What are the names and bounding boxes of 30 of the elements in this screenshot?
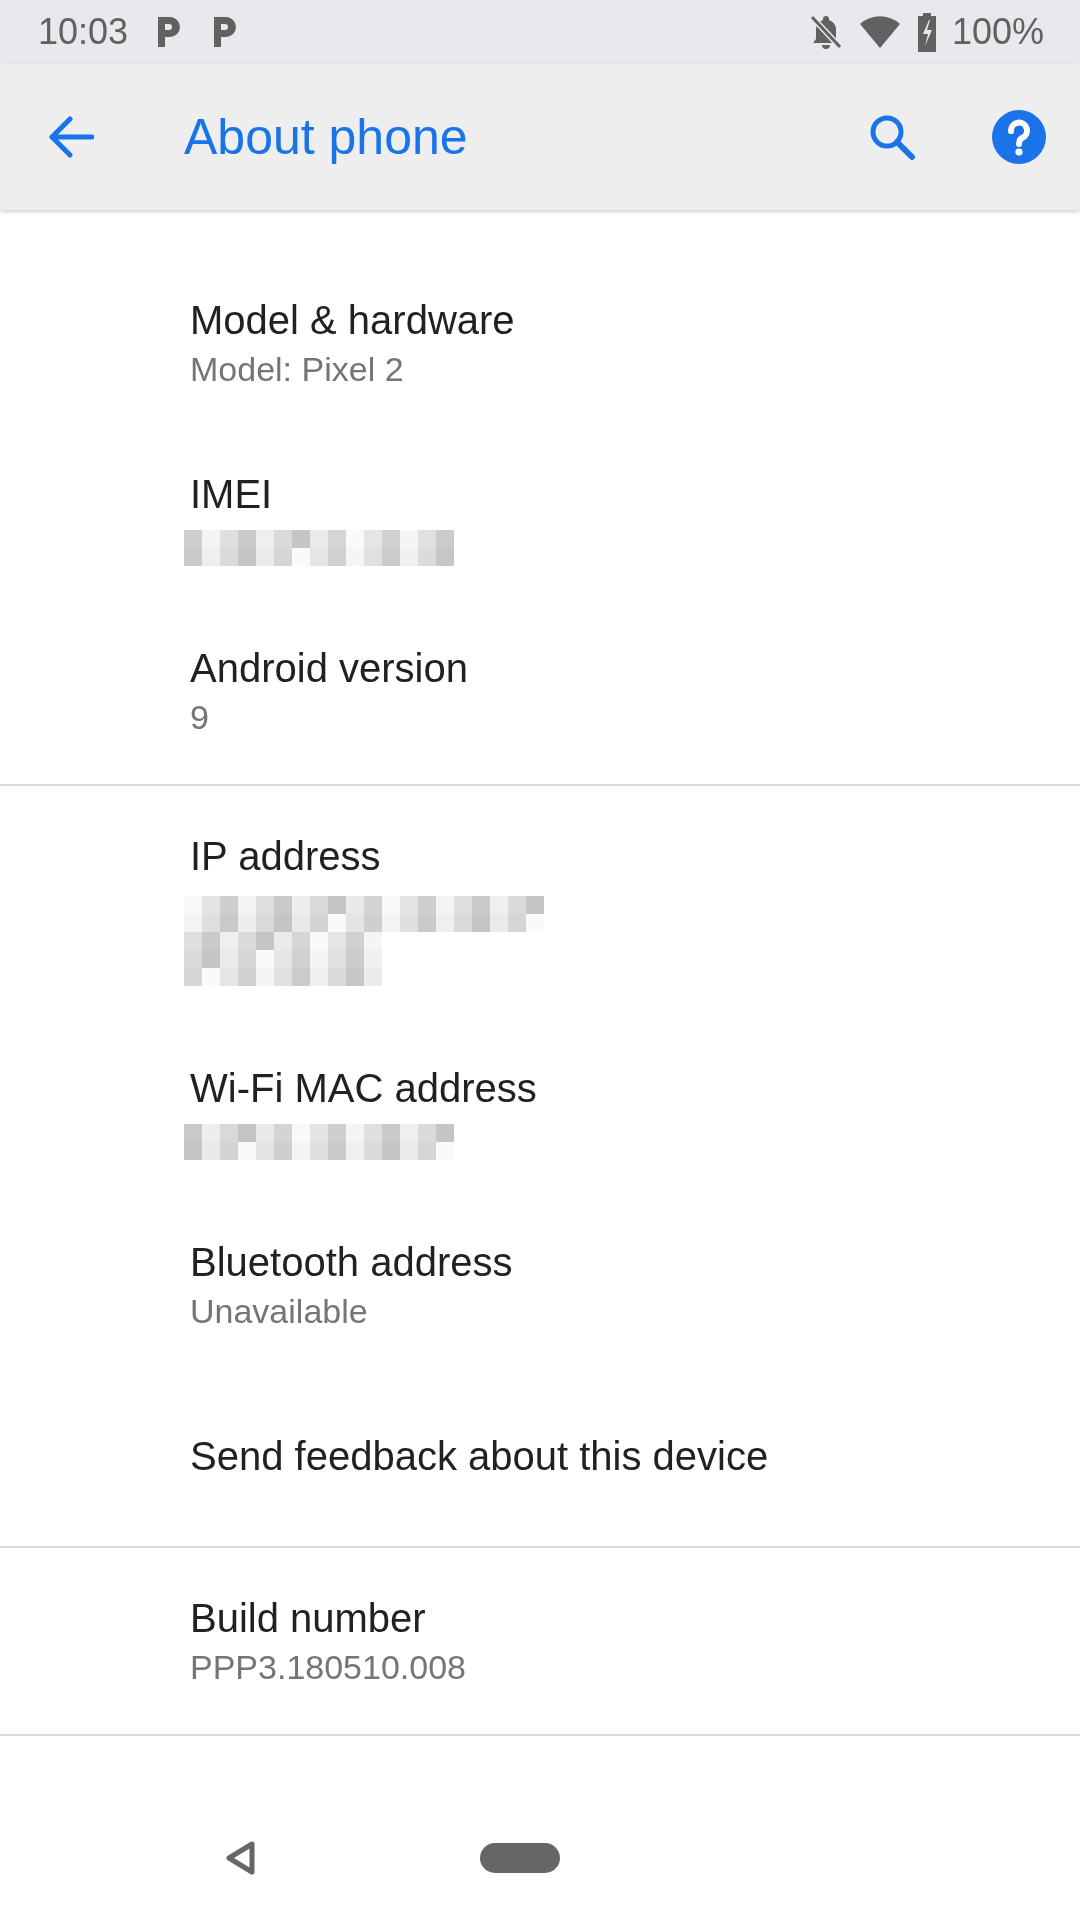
status-time: 10:03 — [38, 11, 129, 53]
settings-item[interactable]: IMEI — [0, 430, 1080, 604]
settings-item[interactable]: Wi-Fi MAC address — [0, 1024, 1080, 1198]
setting-title: Model & hardware — [190, 297, 515, 344]
search-icon[interactable] — [868, 113, 916, 161]
setting-summary: Unavailable — [190, 1291, 368, 1332]
screen-title: About phone — [184, 108, 469, 166]
settings-item[interactable]: Build number PPP3.180510.008 — [0, 1554, 1080, 1728]
settings-item[interactable]: Send feedback about this device — [0, 1372, 1080, 1540]
setting-title: Bluetooth address — [190, 1239, 513, 1286]
setting-summary: 9 — [190, 697, 209, 738]
help-icon[interactable] — [992, 110, 1046, 164]
setting-title: Send feedback about this device — [190, 1433, 769, 1480]
back-icon[interactable] — [226, 1841, 256, 1875]
setting-title: Android version — [190, 645, 468, 692]
back-arrow-icon[interactable] — [48, 116, 94, 158]
setting-summary: Model: Pixel 2 — [190, 349, 404, 390]
wifi-icon — [857, 14, 902, 50]
home-pill-icon[interactable] — [480, 1843, 560, 1873]
setting-title: Build number — [190, 1595, 426, 1642]
setting-summary: PPP3.180510.008 — [190, 1647, 467, 1688]
battery-charging-icon — [915, 12, 938, 52]
settings-item[interactable]: Model & hardware Model: Pixel 2 — [0, 256, 1080, 430]
setting-title: IP address — [190, 833, 381, 880]
setting-title: IMEI — [190, 471, 273, 518]
setting-title: Wi-Fi MAC address — [190, 1065, 537, 1112]
settings-item[interactable]: IP address — [0, 792, 1080, 1024]
battery-percent: 100% — [951, 11, 1044, 53]
settings-item[interactable]: Android version 9 — [0, 604, 1080, 778]
settings-item[interactable]: Bluetooth address Unavailable — [0, 1198, 1080, 1372]
